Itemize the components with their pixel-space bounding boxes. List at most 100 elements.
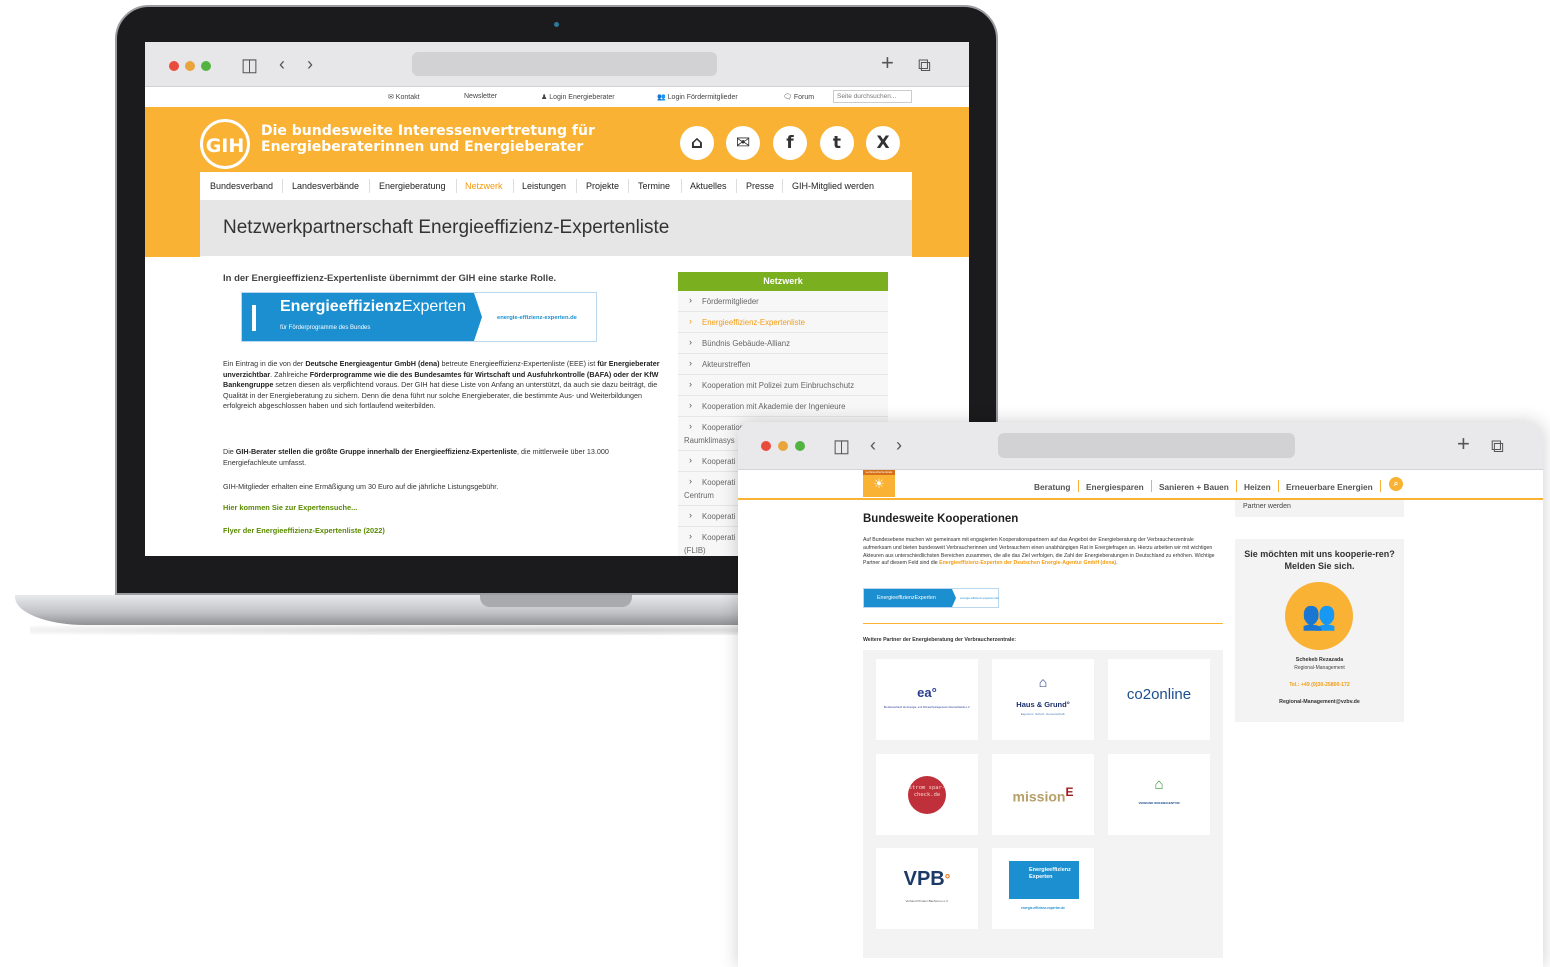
search-icon[interactable]: ⌕ xyxy=(1389,477,1403,491)
xing-icon[interactable]: X xyxy=(866,126,900,160)
nav-energieberatung[interactable]: Energieberatung xyxy=(379,181,446,191)
newsletter-link[interactable]: Newsletter xyxy=(464,93,497,100)
partner-tile-haus-grund[interactable]: ⌂ Haus & Grund° Eigentum. Schutz. Gemein… xyxy=(992,659,1094,740)
nav-divider xyxy=(1078,480,1079,492)
new-tab-icon[interactable]: + xyxy=(1457,433,1470,455)
laptop-notch xyxy=(480,595,632,607)
site-tagline: Die bundesweite Interessenvertretung für… xyxy=(261,123,595,155)
page-title-band: Netzwerkpartnerschaft Energieeffizienz-E… xyxy=(200,200,912,256)
eee-banner-label: EnergieeffizienzExperten xyxy=(864,589,956,607)
expertensuche-link[interactable]: Hier kommen Sie zur Expertensuche... xyxy=(223,503,357,514)
sidebar-item-polizei[interactable]: › Kooperation mit Polizei zum Einbruchsch… xyxy=(678,375,888,396)
eee-banner-url: energie-effizienz-experten.de xyxy=(960,596,999,600)
nav-landesverbaende[interactable]: Landesverbände xyxy=(292,181,359,191)
partner-werden-link[interactable]: Partner werden xyxy=(1235,500,1404,517)
nav-netzwerk[interactable]: Netzwerk xyxy=(465,181,503,191)
nav-sanieren-bauen[interactable]: Sanieren + Bauen xyxy=(1159,482,1229,492)
mail-icon[interactable]: ✉ xyxy=(726,126,760,160)
partner-tile-ea[interactable]: ea° Bundesverband der Energie- und Klima… xyxy=(876,659,978,740)
facebook-icon[interactable]: f xyxy=(773,126,807,160)
sun-icon: ☀ xyxy=(873,476,885,491)
login-energieberater-link[interactable]: ♟ Login Energieberater xyxy=(541,93,615,101)
address-bar[interactable] xyxy=(412,52,717,76)
partner-tile-verband-wohneigentum[interactable]: ⌂ VERBAND WOHNEIGENTUM xyxy=(1108,754,1210,835)
nav-bundesverband[interactable]: Bundesverband xyxy=(210,181,273,191)
sidebar-item-foerdermitglieder[interactable]: › Fördermitglieder xyxy=(678,291,888,312)
kontakt-link[interactable]: ✉ Kontakt xyxy=(388,93,420,101)
new-tab-icon[interactable]: + xyxy=(881,52,894,74)
contact-name: Schekeb Rezazada xyxy=(1295,657,1344,663)
nav-termine[interactable]: Termine xyxy=(638,181,670,191)
nav-mitglied-werden[interactable]: GIH-Mitglied werden xyxy=(792,181,874,191)
sidebar-toggle-icon[interactable]: ◫ xyxy=(241,56,258,74)
partner-tile-mission-e[interactable]: missionE xyxy=(992,754,1094,835)
nav-divider xyxy=(782,179,783,193)
maximize-window-button[interactable] xyxy=(795,441,805,451)
sidebar-heading: Netzwerk xyxy=(678,272,888,291)
contact-email[interactable]: Regional-Management@vzbv.de xyxy=(1235,699,1404,705)
partner-grid: ea° Bundesverband der Energie- und Klima… xyxy=(863,650,1223,958)
nav-divider xyxy=(628,179,629,193)
tab-overview-icon[interactable]: ⧉ xyxy=(918,56,931,74)
chevron-right-icon: › xyxy=(689,379,692,389)
nav-energiesparen[interactable]: Energiesparen xyxy=(1086,482,1144,492)
close-window-button[interactable] xyxy=(169,61,179,71)
forum-link[interactable]: 🗨 Forum xyxy=(783,93,814,101)
twitter-icon[interactable]: t xyxy=(820,126,854,160)
login-foerdermitglieder-link[interactable]: 👥 Login Fördermitglieder xyxy=(657,93,738,101)
nav-divider xyxy=(1236,480,1237,492)
close-window-button[interactable] xyxy=(761,441,771,451)
forward-icon[interactable]: › xyxy=(307,55,313,73)
site-search-input[interactable]: Seite durchsuchen... xyxy=(833,90,912,103)
eee-banner-small[interactable]: EnergieeffizienzExperten energie-effizie… xyxy=(863,588,999,608)
nav-leistungen[interactable]: Leistungen xyxy=(522,181,566,191)
vpb-subtitle: Verband Privater Bauherren e.V. xyxy=(905,899,949,903)
nav-erneuerbare-energien[interactable]: Erneuerbare Energien xyxy=(1286,482,1373,492)
nav-aktuelles[interactable]: Aktuelles xyxy=(690,181,727,191)
sidebar-item-gebaeude-allianz[interactable]: › Bündnis Gebäude-Allianz xyxy=(678,333,888,354)
eee-tile-logo: Energieeffizienz Experten xyxy=(1009,861,1079,899)
ea-logo: ea° xyxy=(917,685,937,700)
front-browser-window: ◫ ‹ › + ⧉ verbraucherzentrale ☀ Beratung… xyxy=(738,422,1543,967)
home-icon[interactable]: ⌂ xyxy=(680,126,714,160)
sidebar-item-akademie[interactable]: › Kooperation mit Akademie der Ingenieure xyxy=(678,396,888,417)
paragraph-1: Ein Eintrag in die von der Deutsche Ener… xyxy=(223,359,660,410)
nav-presse[interactable]: Presse xyxy=(746,181,774,191)
partner-tile-vpb[interactable]: VPB° Verband Privater Bauherren e.V. xyxy=(876,848,978,929)
sidebar-item-expertenliste[interactable]: › Energieeffizienz-Expertenliste xyxy=(678,312,888,333)
back-icon[interactable]: ‹ xyxy=(870,436,876,454)
address-bar[interactable] xyxy=(998,433,1295,458)
minimize-window-button[interactable] xyxy=(185,61,195,71)
sidebar-toggle-icon[interactable]: ◫ xyxy=(833,437,850,455)
verband-wohneigentum-logo: VERBAND WOHNEIGENTUM xyxy=(1138,801,1180,805)
contact-card-heading: Sie möchten mit uns kooperie-ren? Melden… xyxy=(1244,549,1395,571)
nav-divider xyxy=(576,179,577,193)
contact-phone[interactable]: Tel.: +49 (0)30-25800-172 xyxy=(1235,682,1404,688)
gih-logo[interactable]: GIH xyxy=(200,119,250,169)
vz-logo[interactable]: verbraucherzentrale ☀ xyxy=(863,470,895,497)
partner-tile-eee[interactable]: Energieeffizienz Experten energie-effizi… xyxy=(992,848,1094,929)
back-icon[interactable]: ‹ xyxy=(279,55,285,73)
partner-tile-stromspar[interactable]: strom spar-check.de xyxy=(876,754,978,835)
partner-tile-co2online[interactable]: co2online xyxy=(1108,659,1210,740)
lead-text: In der Energieeffizienz-Expertenliste üb… xyxy=(223,273,557,284)
chevron-right-icon: › xyxy=(689,295,692,305)
ea-logo-subtitle: Bundesverband der Energie- und Klimaschu… xyxy=(883,706,971,709)
forward-icon[interactable]: › xyxy=(896,436,902,454)
nav-divider xyxy=(282,179,283,193)
minimize-window-button[interactable] xyxy=(778,441,788,451)
nav-projekte[interactable]: Projekte xyxy=(586,181,619,191)
tagline-line-1: Die bundesweite Interessenvertretung für xyxy=(261,123,595,139)
eee-inline-link[interactable]: Energieeffizienz-Experten der Deutschen … xyxy=(939,560,1116,566)
eee-banner[interactable]: EnergieeffizienzExperten für Förderprogr… xyxy=(241,292,597,342)
maximize-window-button[interactable] xyxy=(201,61,211,71)
nav-heizen[interactable]: Heizen xyxy=(1244,482,1271,492)
chevron-right-icon: › xyxy=(689,476,692,486)
utility-bar: ✉ Kontakt Newsletter ♟ Login Energiebera… xyxy=(145,87,969,107)
sidebar-item-akteurstreffen[interactable]: › Akteurstreffen xyxy=(678,354,888,375)
flyer-link[interactable]: Flyer der Energieeffizienz-Expertenliste… xyxy=(223,526,385,537)
nav-beratung[interactable]: Beratung xyxy=(1034,482,1070,492)
eee-logo-icon xyxy=(252,305,266,331)
tab-overview-icon[interactable]: ⧉ xyxy=(1491,437,1504,455)
contact-card: Sie möchten mit uns kooperie-ren? Melden… xyxy=(1235,539,1404,722)
